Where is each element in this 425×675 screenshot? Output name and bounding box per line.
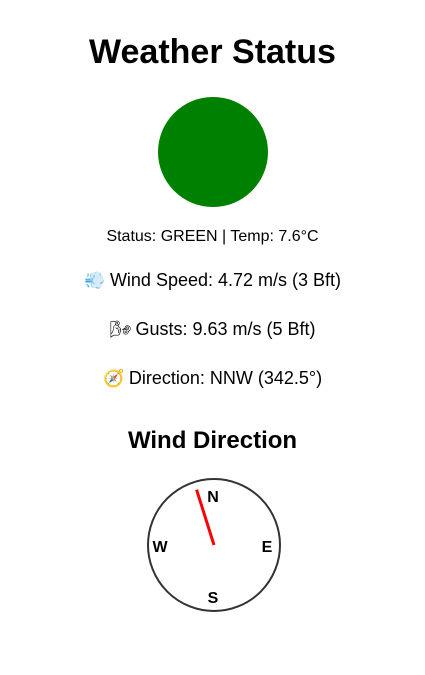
compass-label-east: E (262, 539, 273, 556)
page-title: Weather Status (89, 33, 336, 71)
direction-text: Direction: NNW (342.5°) (128, 368, 323, 388)
status-indicator-circle (158, 97, 268, 207)
wind-compass: N E S W (146, 477, 282, 613)
compass-icon: 🧭 (103, 369, 125, 389)
dashing-wind-icon: 💨 (84, 271, 106, 291)
compass-dial: N E S W (147, 478, 281, 612)
direction-row: 🧭 Direction: NNW (342.5°) (0, 366, 425, 391)
compass-label-west: W (152, 539, 168, 556)
wind-speed-text: Wind Speed: 4.72 m/s (3 Bft) (109, 270, 342, 290)
wind-speed-row: 💨 Wind Speed: 4.72 m/s (3 Bft) (0, 268, 425, 293)
wind-direction-heading: Wind Direction (127, 427, 298, 454)
gusts-text: Gusts: 9.63 m/s (5 Bft) (135, 319, 316, 339)
weather-status-page: Weather Status Status: GREEN | Temp: 7.6… (0, 0, 425, 675)
status-temperature-text: Status: GREEN | Temp: 7.6°C (106, 228, 319, 245)
compass-label-north: N (207, 489, 219, 506)
compass-label-south: S (208, 590, 219, 607)
gusts-row: 🌬 Gusts: 9.63 m/s (5 Bft) (0, 317, 425, 342)
wind-face-icon: 🌬 (109, 320, 132, 340)
